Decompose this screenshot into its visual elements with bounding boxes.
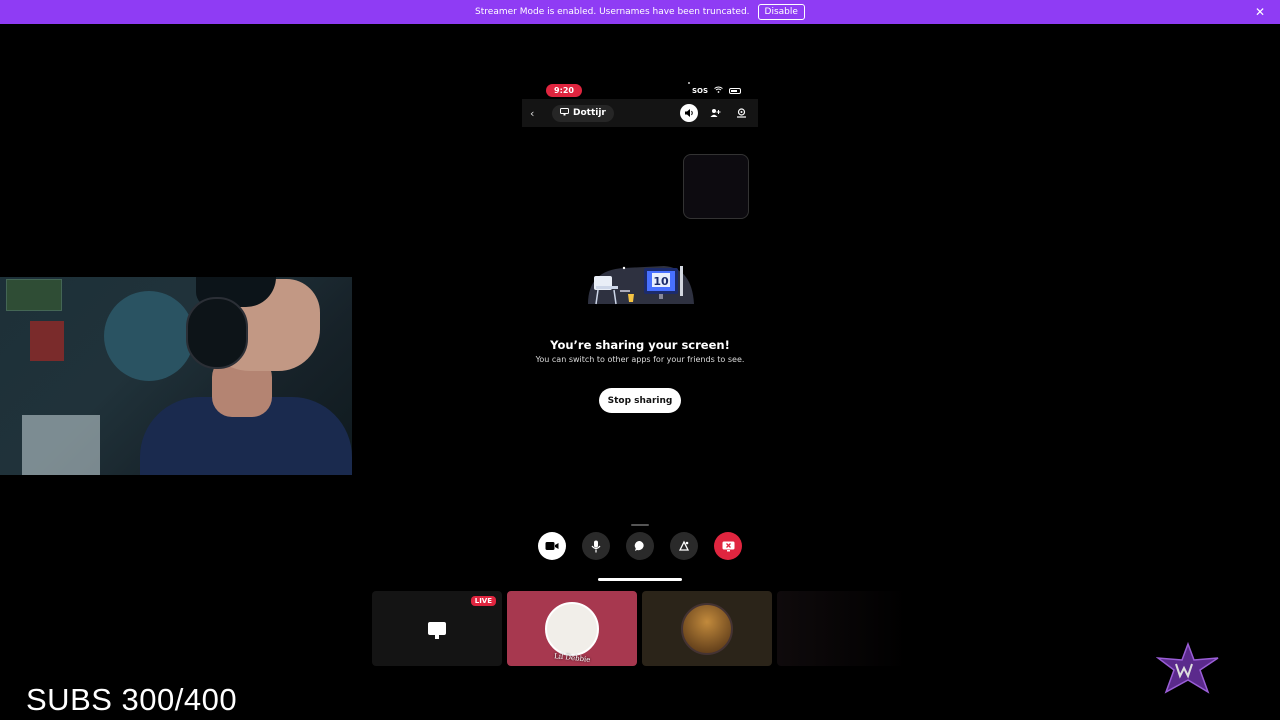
banner-message: Streamer Mode is enabled. Usernames have… <box>475 7 750 17</box>
star-logo <box>1156 642 1219 694</box>
chat-icon[interactable] <box>626 532 654 560</box>
live-badge: LIVE <box>470 596 496 606</box>
channel-name: Dottijr <box>573 108 606 118</box>
end-stream-icon[interactable] <box>714 532 742 560</box>
wifi-icon <box>714 86 723 95</box>
home-indicator <box>598 578 682 581</box>
activity-icon[interactable] <box>670 532 698 560</box>
status-dot <box>688 82 690 84</box>
webcam-feed <box>0 277 352 475</box>
disable-streamer-mode-button[interactable]: Disable <box>757 4 805 20</box>
monitor-icon <box>560 107 569 119</box>
participant-tile-hidden[interactable] <box>777 591 907 666</box>
participant-tile[interactable] <box>642 591 772 666</box>
shelf <box>22 415 100 475</box>
drawer-handle[interactable] <box>631 524 649 526</box>
microphone-icon[interactable] <box>582 532 610 560</box>
camera-icon[interactable] <box>538 532 566 560</box>
avatar-label: Lil Debbie <box>553 651 591 664</box>
self-preview-tile[interactable] <box>683 154 749 219</box>
screen-share-icon <box>428 622 446 639</box>
sharing-title: You’re sharing your screen! <box>550 338 730 352</box>
add-people-icon[interactable] <box>706 104 724 122</box>
call-controls <box>538 532 742 560</box>
avatar <box>681 602 733 655</box>
call-header: ‹ Dottijr <box>522 99 758 127</box>
carrier-text: SOS <box>692 86 709 95</box>
status-indicators: SOS <box>692 86 742 95</box>
streamer-mode-banner: Streamer Mode is enabled. Usernames have… <box>0 0 1280 24</box>
channel-pill[interactable]: Dottijr <box>552 104 614 122</box>
stream-tile[interactable]: LIVE <box>372 591 502 666</box>
screen-share-illustration: 10 <box>588 266 694 305</box>
status-time: 9:20 <box>546 84 582 97</box>
camera-switch-icon[interactable] <box>732 104 750 122</box>
wall-poster <box>6 279 62 311</box>
sharing-subtitle: You can switch to other apps for your fr… <box>535 355 745 364</box>
avatar: Lil Debbie <box>545 601 599 663</box>
back-arrow-icon[interactable]: ‹ <box>530 107 546 120</box>
globe-decor <box>104 291 194 381</box>
participant-tiles: LIVE Lil Debbie <box>372 591 907 666</box>
participant-tile-debbie[interactable]: Lil Debbie <box>507 591 637 666</box>
illustration-number: 10 <box>653 275 669 288</box>
speaker-icon[interactable] <box>680 104 698 122</box>
subs-counter: SUBS 300/400 <box>26 682 238 717</box>
battery-icon <box>729 87 742 94</box>
stop-sharing-button[interactable]: Stop sharing <box>599 388 681 413</box>
close-icon[interactable]: ✕ <box>1252 4 1268 20</box>
